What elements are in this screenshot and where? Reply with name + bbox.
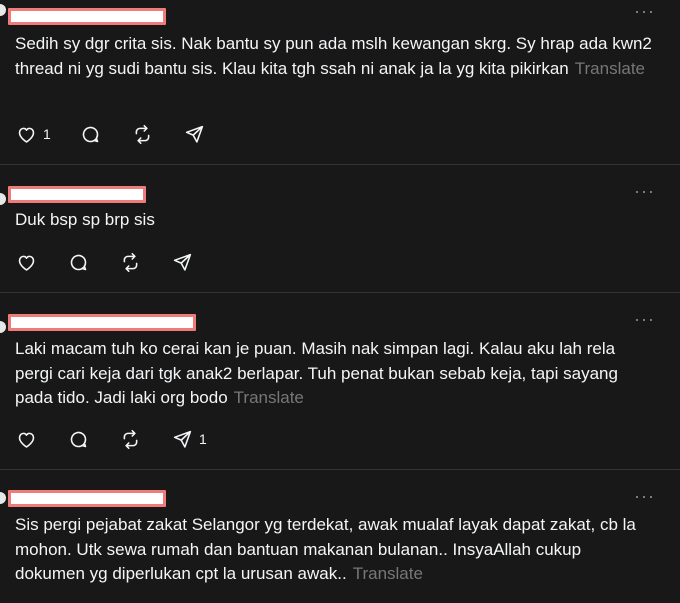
- redacted-username: [8, 8, 166, 25]
- thread-replies-feed: ··· Sedih sy dgr crita sis. Nak bantu sy…: [0, 0, 680, 603]
- more-options-icon[interactable]: ···: [634, 310, 654, 328]
- share-button[interactable]: [172, 251, 193, 273]
- heart-icon: [18, 432, 35, 448]
- share-icon: [173, 253, 192, 271]
- post-text: Laki macam tuh ko cerai kan je puan. Mas…: [15, 337, 655, 411]
- comment-icon: [70, 254, 87, 270]
- comment-button[interactable]: [80, 123, 101, 145]
- repost-icon: [135, 124, 150, 144]
- avatar[interactable]: [0, 321, 6, 333]
- share-button[interactable]: [184, 123, 205, 145]
- reply-post: ··· Laki macam tuh ko cerai kan je puan.…: [0, 293, 680, 469]
- post-body: Laki macam tuh ko cerai kan je puan. Mas…: [15, 339, 618, 407]
- repost-button[interactable]: [120, 251, 141, 273]
- more-options-icon[interactable]: ···: [634, 2, 654, 20]
- post-body: Sedih sy dgr crita sis. Nak bantu sy pun…: [15, 34, 652, 78]
- comment-icon: [70, 431, 87, 447]
- post-text: Duk bsp sp brp sis: [15, 208, 655, 233]
- share-icon: [173, 430, 192, 448]
- redacted-username: [8, 314, 196, 331]
- reply-post: ··· Sis pergi pejabat zakat Selangor yg …: [0, 470, 680, 603]
- redacted-username: [8, 186, 146, 203]
- repost-button[interactable]: [120, 428, 141, 450]
- post-body: Sis pergi pejabat zakat Selangor yg terd…: [15, 515, 636, 583]
- avatar[interactable]: [0, 193, 6, 205]
- share-count: 1: [199, 431, 207, 447]
- repost-button[interactable]: [132, 123, 153, 145]
- reply-post: ··· Duk bsp sp brp sis: [0, 165, 680, 292]
- post-body: Duk bsp sp brp sis: [15, 210, 155, 229]
- avatar[interactable]: [0, 4, 6, 16]
- like-button[interactable]: 1: [16, 123, 51, 145]
- like-button[interactable]: [16, 428, 37, 450]
- comment-button[interactable]: [68, 428, 89, 450]
- share-button[interactable]: 1: [172, 428, 207, 450]
- repost-icon: [123, 429, 138, 449]
- reply-post: ··· Sedih sy dgr crita sis. Nak bantu sy…: [0, 0, 680, 164]
- post-text: Sis pergi pejabat zakat Selangor yg terd…: [15, 513, 655, 587]
- heart-icon: [18, 255, 35, 271]
- share-icon: [185, 125, 204, 143]
- more-options-icon[interactable]: ···: [634, 182, 654, 200]
- translate-link[interactable]: Translate: [575, 59, 645, 78]
- avatar[interactable]: [0, 492, 6, 504]
- redacted-username: [8, 490, 166, 507]
- more-options-icon[interactable]: ···: [634, 487, 654, 505]
- post-text: Sedih sy dgr crita sis. Nak bantu sy pun…: [15, 32, 655, 81]
- comment-icon: [82, 126, 99, 142]
- translate-link[interactable]: Translate: [353, 564, 423, 583]
- translate-link[interactable]: Translate: [234, 388, 304, 407]
- comment-button[interactable]: [68, 251, 89, 273]
- like-count: 1: [43, 126, 51, 142]
- repost-icon: [123, 252, 138, 272]
- like-button[interactable]: [16, 251, 37, 273]
- heart-icon: [18, 127, 35, 143]
